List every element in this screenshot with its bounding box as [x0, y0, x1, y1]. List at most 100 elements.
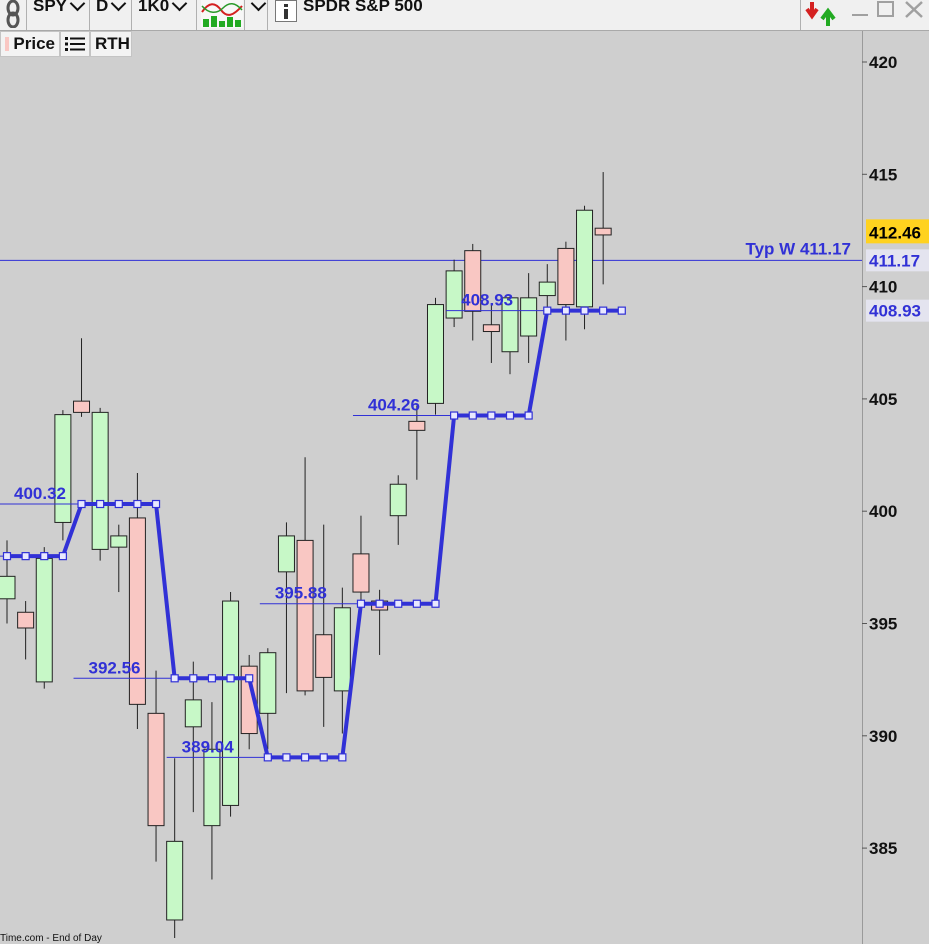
step-marker — [58, 552, 67, 561]
step-marker — [189, 674, 198, 683]
candle-body — [408, 420, 426, 431]
typ-label: Typ W 411.17 — [745, 239, 851, 258]
close-icon[interactable] — [903, 0, 925, 30]
last-price-label: 412.46 — [869, 223, 921, 242]
step-marker — [375, 599, 384, 608]
symbol-dropdown[interactable]: SPY — [33, 0, 86, 30]
candle-body — [91, 411, 109, 550]
step-marker — [468, 411, 477, 420]
refresh-arrows-icon[interactable] — [804, 0, 840, 30]
step-marker — [300, 753, 310, 762]
price-button[interactable]: Price — [0, 31, 60, 57]
level-label: 395.88 — [275, 584, 327, 603]
interval-dropdown[interactable]: D — [96, 0, 127, 30]
step-marker — [21, 552, 30, 561]
step-marker — [319, 753, 328, 762]
axis-tick-label: 385 — [869, 839, 897, 858]
step-marker — [599, 306, 608, 315]
candle-body — [594, 227, 612, 236]
step-marker — [580, 306, 589, 315]
candle-body — [389, 483, 407, 517]
candle-body — [54, 414, 72, 523]
symbol-name-label: SPDR S&P 500 — [303, 0, 423, 15]
step-marker — [263, 753, 272, 762]
maximize-icon[interactable] — [876, 0, 896, 30]
axis-tick-label: 390 — [869, 727, 897, 746]
symbol-name: SPDR S&P 500 — [303, 0, 423, 30]
step-marker — [356, 599, 366, 608]
candle-body — [17, 611, 35, 629]
chevron-down-icon — [250, 0, 267, 12]
typ-badge-label: 411.17 — [869, 251, 920, 270]
info-icon[interactable] — [275, 0, 297, 30]
step-marker — [338, 753, 347, 762]
step-marker — [543, 306, 552, 315]
level-label: 389.04 — [182, 737, 235, 756]
list-button[interactable] — [60, 31, 90, 57]
symbol-label: SPY — [33, 0, 68, 15]
size-dropdown[interactable]: 1K0 — [138, 0, 188, 30]
minimize-icon[interactable] — [850, 0, 870, 30]
price-label: Price — [13, 34, 55, 53]
step-marker — [170, 674, 179, 683]
level-label: 404.26 — [368, 396, 420, 415]
level-badge-label: 408.93 — [869, 302, 921, 321]
chart-subbar: Price RTH — [0, 31, 132, 58]
axis-tick-label: 410 — [869, 278, 897, 297]
candle-body — [147, 712, 165, 827]
candle-body — [35, 557, 53, 683]
step-marker — [617, 306, 626, 315]
step-marker — [561, 306, 571, 315]
candle-body — [277, 535, 295, 573]
step-marker — [394, 599, 403, 608]
candle-body — [576, 209, 594, 308]
step-marker — [524, 411, 533, 420]
step-marker — [114, 499, 123, 509]
link-icon[interactable] — [2, 0, 24, 30]
candle-body — [203, 748, 221, 827]
step-marker — [77, 499, 86, 509]
candle-body — [482, 324, 500, 333]
candle-body — [315, 634, 333, 678]
size-label: 1K0 — [138, 0, 170, 15]
axis-tick-label: 405 — [869, 390, 897, 409]
candle-body — [352, 553, 370, 593]
step-marker — [40, 552, 49, 561]
step-marker — [412, 599, 421, 608]
step-marker — [226, 674, 235, 683]
candle-body — [110, 535, 128, 548]
indicator-icon[interactable] — [201, 0, 243, 30]
chevron-down-icon — [69, 0, 86, 12]
level-label: 408.93 — [461, 291, 513, 310]
indicator-dropdown[interactable] — [248, 0, 267, 30]
step-marker — [487, 411, 496, 420]
candle-body — [557, 247, 575, 306]
candle-body — [0, 575, 16, 600]
axis-tick-label: 400 — [869, 502, 897, 521]
chart-area[interactable]: Typ W 411.17 400.32 392.56 389.04 395.88 404.… — [0, 31, 862, 944]
candle-body — [259, 652, 277, 714]
step-marker — [96, 499, 105, 509]
interval-label: D — [96, 0, 109, 15]
level-label: 400.32 — [14, 484, 66, 503]
step-marker — [151, 499, 161, 509]
axis-tick-label: 420 — [869, 53, 897, 72]
step-marker — [505, 411, 515, 420]
axis-tick-label: 395 — [869, 615, 897, 634]
candle-body — [333, 607, 351, 692]
candle-body — [520, 297, 538, 337]
step-marker — [133, 499, 142, 509]
level-label: 392.56 — [89, 658, 141, 677]
price-swatch — [5, 37, 10, 51]
chart-toolbar: SPY D 1K0 SPDR S&P 500 — [0, 0, 929, 31]
candle-body — [73, 400, 91, 413]
data-source-credit: Time.com - End of Day — [0, 933, 102, 944]
candle-body — [296, 539, 314, 692]
step-marker — [450, 411, 459, 420]
axis-tick-label: 415 — [869, 165, 897, 184]
price-axis[interactable]: 420 415 410 405 400 395 390 385 412.46 411.17 408.… — [862, 31, 929, 944]
rth-button[interactable]: RTH — [90, 31, 132, 57]
candlestick-chart: Typ W 411.17 400.32 392.56 389.04 395.88 404.… — [0, 172, 862, 938]
candle-body — [166, 840, 184, 921]
list-icon — [65, 37, 85, 51]
